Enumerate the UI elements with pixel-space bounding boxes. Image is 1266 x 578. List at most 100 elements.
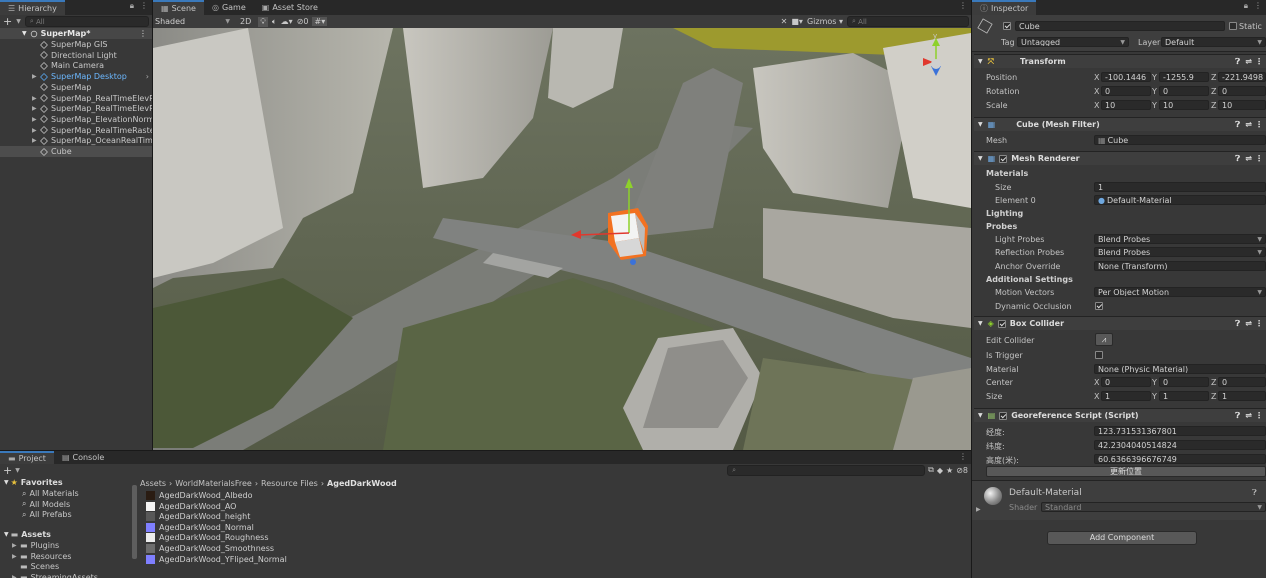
preset-icon[interactable]: ⇌ xyxy=(1245,411,1252,420)
tools-icon[interactable]: ✕︎ xyxy=(781,17,788,26)
tab-console[interactable]: ▤ Console xyxy=(54,451,112,464)
additional-settings-section[interactable]: Additional Settings xyxy=(986,275,1073,284)
chevron-right-icon[interactable]: › xyxy=(146,72,149,81)
position-z-field[interactable]: -221.9498 xyxy=(1218,72,1266,82)
static-checkbox[interactable] xyxy=(1229,22,1237,30)
tab-asset-store[interactable]: ▣ Asset Store xyxy=(254,0,326,15)
mesh-renderer-checkbox[interactable] xyxy=(999,154,1008,163)
help-icon[interactable]: ❓︎ xyxy=(1235,411,1240,421)
favorite-item[interactable]: ⌕ All Models xyxy=(0,499,137,510)
more-icon[interactable]: ⋮ xyxy=(1255,319,1263,328)
fold-arrow-icon[interactable]: ▶ xyxy=(976,506,981,513)
tree-scrollbar[interactable] xyxy=(132,485,137,559)
hierarchy-item[interactable]: SuperMap GIS xyxy=(0,39,152,50)
latitude-field[interactable]: 42.2304040514824 xyxy=(1094,440,1266,450)
layer-dropdown[interactable]: Default ▼ xyxy=(1161,37,1266,47)
asset-file-item[interactable]: AgedDarkWood_AO xyxy=(146,501,966,512)
light-probes-dropdown[interactable]: Blend Probes ▼ xyxy=(1094,234,1266,244)
project-search[interactable]: ⌕ xyxy=(727,464,926,476)
more-icon[interactable]: ⋮ xyxy=(140,1,148,11)
collider-size-z-field[interactable]: 1 xyxy=(1218,391,1266,401)
box-collider-checkbox[interactable] xyxy=(997,319,1006,328)
expand-arrow-icon[interactable]: ▶ xyxy=(32,116,37,123)
asset-folder-item[interactable]: ▶ ▬ StreamingAssets xyxy=(0,572,137,578)
tab-project[interactable]: ▬ Project xyxy=(0,451,54,464)
fold-arrow-icon[interactable]: ▼ xyxy=(978,121,983,128)
asset-folder-item[interactable]: ▶ ▬ Resources xyxy=(0,551,137,562)
asset-file-item[interactable]: AgedDarkWood_YFliped_Normal xyxy=(146,554,966,565)
favorites-row[interactable]: ▼ ★ Favorites xyxy=(0,477,137,488)
probes-section[interactable]: Probes xyxy=(986,222,1017,231)
hidden-objects-toggle[interactable]: ⊘0 xyxy=(297,17,309,26)
position-x-field[interactable]: -100.1446 xyxy=(1101,72,1151,82)
collider-size-y-field[interactable]: 1 xyxy=(1159,391,1209,401)
scene-viewport[interactable]: y xyxy=(153,28,971,450)
add-button[interactable]: + xyxy=(3,15,12,28)
asset-file-item[interactable]: AgedDarkWood_Normal xyxy=(146,522,966,533)
fold-arrow-icon[interactable]: ▼ xyxy=(978,155,983,162)
mesh-field[interactable]: ▦ Cube xyxy=(1094,135,1266,145)
expand-arrow-icon[interactable]: ▶ xyxy=(32,137,37,144)
favorite-item[interactable]: ⌕ All Prefabs xyxy=(0,509,137,520)
expand-arrow-icon[interactable]: ▶ xyxy=(32,73,37,80)
center-y-field[interactable]: 0 xyxy=(1159,377,1209,387)
rotation-z-field[interactable]: 0 xyxy=(1218,86,1266,96)
expand-arrow-icon[interactable]: ▶ xyxy=(32,105,37,112)
more-icon[interactable]: ⋮ xyxy=(959,1,967,10)
element0-field[interactable]: ● Default-Material xyxy=(1094,195,1266,205)
help-icon[interactable]: ❓︎ xyxy=(1235,154,1240,164)
expand-arrow-icon[interactable]: ▼ xyxy=(4,531,9,538)
hierarchy-item[interactable]: Main Camera xyxy=(0,60,152,71)
fold-arrow-icon[interactable]: ▼ xyxy=(978,320,983,327)
more-icon[interactable]: ⋮ xyxy=(1255,411,1263,420)
add-component-button[interactable]: Add Component xyxy=(1047,531,1197,545)
dynamic-occlusion-checkbox[interactable] xyxy=(1095,302,1103,310)
transform-header[interactable]: ▼ ⤧ Transform ❓︎ ⇌ ⋮ xyxy=(974,54,1266,68)
expand-arrow-icon[interactable]: ▶ xyxy=(32,95,37,102)
fold-arrow-icon[interactable]: ▼ xyxy=(978,58,983,65)
filter-label-icon[interactable]: ◆ xyxy=(937,466,943,475)
mesh-renderer-header[interactable]: ▼ ▦ Mesh Renderer ❓︎ ⇌ ⋮ xyxy=(974,151,1266,165)
scene-search[interactable]: ⌕ All xyxy=(847,16,969,27)
materials-size-field[interactable]: 1 xyxy=(1094,182,1266,192)
expand-arrow-icon[interactable]: ▶ xyxy=(12,574,17,578)
scene-root-row[interactable]: ▼ SuperMap* ⋮ xyxy=(0,28,152,39)
motion-vectors-dropdown[interactable]: Per Object Motion ▼ xyxy=(1094,287,1266,297)
georeference-header[interactable]: ▼ ▤ Georeference Script (Script) ❓︎ ⇌ ⋮ xyxy=(974,408,1266,422)
more-icon[interactable]: ⋮ xyxy=(959,452,967,461)
update-position-button[interactable]: 更新位置 xyxy=(986,466,1266,477)
asset-file-item[interactable]: AgedDarkWood_Roughness xyxy=(146,532,966,543)
breadcrumb-current[interactable]: AgedDarkWood xyxy=(327,479,397,488)
more-icon[interactable]: ⋮ xyxy=(139,29,147,38)
add-button[interactable]: + xyxy=(3,464,12,477)
hierarchy-item[interactable]: ▶ SuperMap Desktop › xyxy=(0,71,152,82)
active-checkbox[interactable] xyxy=(1003,22,1011,30)
expand-arrow-icon[interactable]: ▶ xyxy=(32,127,37,134)
hierarchy-item[interactable]: Directional Light xyxy=(0,50,152,61)
expand-arrow-icon[interactable]: ▼ xyxy=(22,30,27,37)
breadcrumb-assets[interactable]: Assets xyxy=(140,479,166,488)
is-trigger-checkbox[interactable] xyxy=(1095,351,1103,359)
mesh-filter-header[interactable]: ▼ ▦ Cube (Mesh Filter) ❓︎ ⇌ ⋮ xyxy=(974,117,1266,131)
more-icon[interactable]: ⋮ xyxy=(1254,1,1262,11)
preset-icon[interactable]: ⇌ xyxy=(1245,57,1252,66)
scale-y-field[interactable]: 10 xyxy=(1159,100,1209,110)
longitude-field[interactable]: 123.731531367801 xyxy=(1094,426,1266,436)
expand-arrow-icon[interactable]: ▶ xyxy=(12,553,17,560)
asset-file-item[interactable]: AgedDarkWood_Smoothness xyxy=(146,543,966,554)
hidden-packages-toggle[interactable]: ⊘8 xyxy=(956,466,968,475)
box-collider-header[interactable]: ▼ ◈ Box Collider ❓︎ ⇌ ⋮ xyxy=(974,316,1266,330)
grid-toggle-icon[interactable]: #▾ xyxy=(312,17,328,26)
2d-toggle[interactable]: 2D xyxy=(237,17,254,26)
hierarchy-item[interactable]: ▶ SuperMap_RealTimeRaster xyxy=(0,125,152,136)
hierarchy-item[interactable]: ▶ SuperMap_ElevationNorma xyxy=(0,114,152,125)
asset-file-item[interactable]: AgedDarkWood_Albedo xyxy=(146,490,966,501)
tag-dropdown[interactable]: Untagged ▼ xyxy=(1017,37,1129,47)
asset-file-item[interactable]: AgedDarkWood_height xyxy=(146,511,966,522)
preset-icon[interactable]: ⇌ xyxy=(1245,154,1252,163)
position-y-field[interactable]: -1255.9 xyxy=(1159,72,1209,82)
hierarchy-item[interactable]: SuperMap xyxy=(0,82,152,93)
dropdown-arrow-icon[interactable]: ▼ xyxy=(15,467,20,474)
rotation-x-field[interactable]: 0 xyxy=(1101,86,1151,96)
rotation-y-field[interactable]: 0 xyxy=(1159,86,1209,96)
